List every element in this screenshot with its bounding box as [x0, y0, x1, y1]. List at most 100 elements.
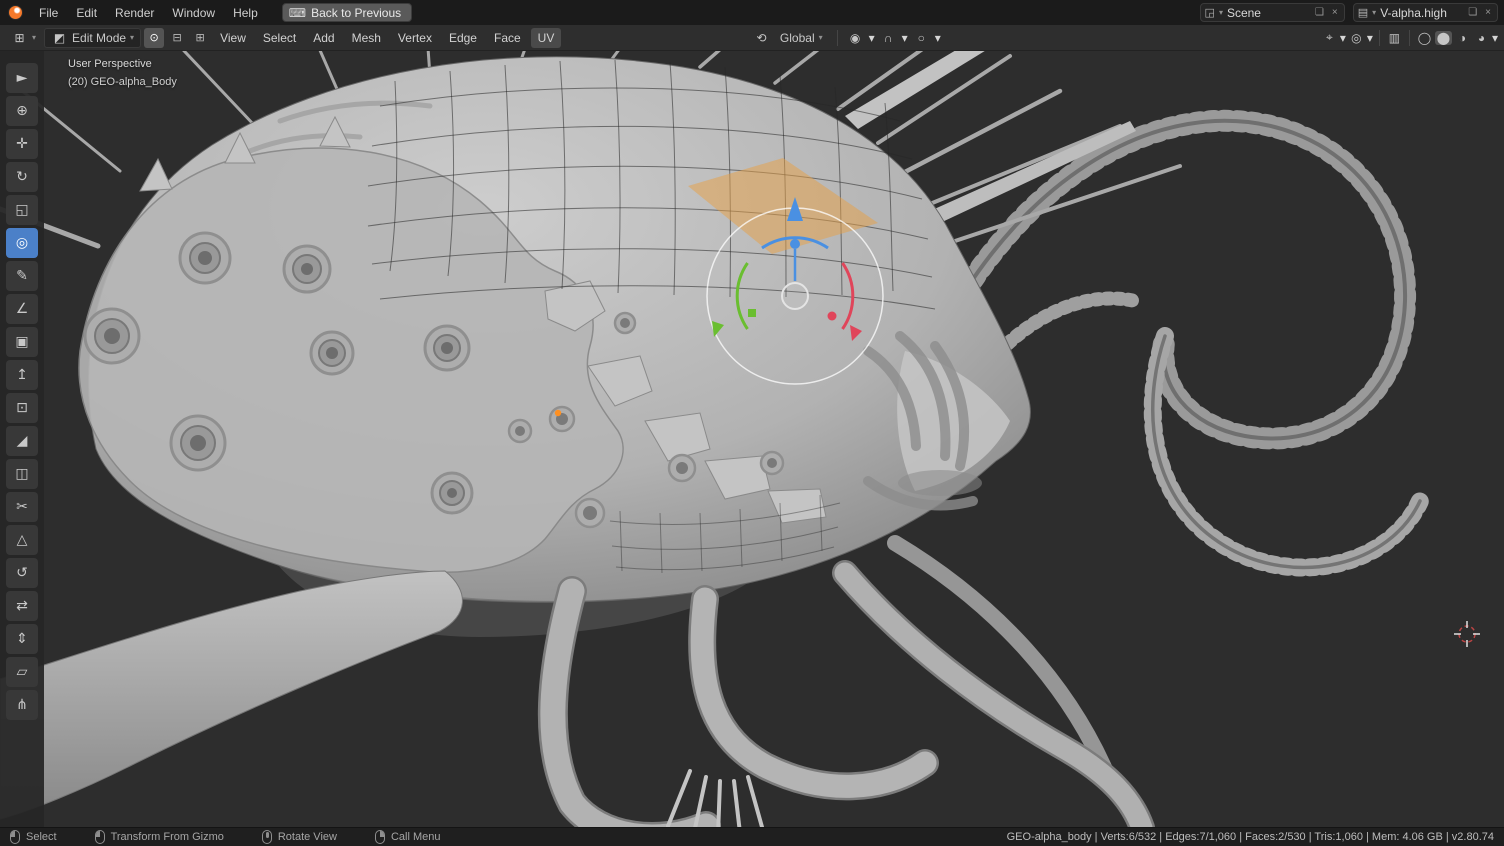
menu-add[interactable]: Add	[306, 28, 341, 48]
scene-icon: ◲	[1205, 6, 1215, 19]
rendered-shading-icon[interactable]: ◕	[1473, 31, 1490, 45]
mode-label: Edit Mode	[72, 31, 126, 45]
tool-tweak-select[interactable]: ►	[6, 63, 38, 93]
selected-vertex[interactable]	[555, 410, 561, 416]
tool-annotate[interactable]: ✎	[6, 261, 38, 291]
tool-loop-cut[interactable]: ◫	[6, 459, 38, 489]
menu-edge[interactable]: Edge	[442, 28, 484, 48]
tool-shelf: ► ⊕ ✛ ↻ ◱ ◎ ✎ ∠ ▣ ↥ ⊡ ◢ ◫ ✂ △ ↺ ⇄ ⇕ ▱ ⋔	[0, 51, 44, 827]
cursor-icon: ⊕	[16, 103, 28, 119]
show-gizmo-icon[interactable]: ⌖	[1321, 30, 1338, 45]
edge-slide-icon: ⇄	[16, 598, 28, 614]
menu-window[interactable]: Window	[164, 3, 223, 23]
hint-label: Rotate View	[278, 831, 337, 843]
viewport-3d[interactable]: User Perspective (20) GEO-alpha_Body ► ⊕…	[0, 51, 1504, 827]
tool-measure[interactable]: ∠	[6, 294, 38, 324]
tool-move[interactable]: ✛	[6, 129, 38, 159]
vertex-select-mode-button[interactable]: ⊙	[144, 28, 164, 48]
move-icon: ✛	[16, 136, 28, 152]
chevron-down-icon: ▾	[1492, 31, 1498, 45]
edge-select-mode-button[interactable]: ⊟	[167, 28, 187, 48]
tool-shear[interactable]: ▱	[6, 657, 38, 687]
separator	[1379, 30, 1380, 46]
annotate-icon: ✎	[16, 268, 28, 284]
hint-transform-from-gizmo: Transform From Gizmo	[95, 830, 224, 844]
scene-statistics: GEO-alpha_body | Verts:6/532 | Edges:7/1…	[1007, 831, 1494, 843]
view-layer-selector[interactable]: ▤ ▾ V-alpha.high ❏ ×	[1353, 3, 1498, 22]
hint-label: Call Menu	[391, 831, 441, 843]
chevron-down-icon: ▾	[1219, 8, 1223, 17]
menu-file[interactable]: File	[31, 3, 66, 23]
pivot-point-icon[interactable]: ◉	[847, 31, 864, 45]
unlink-scene-icon[interactable]: ×	[1330, 7, 1340, 18]
material-shading-icon[interactable]: ◑	[1454, 31, 1471, 45]
editor-type-button[interactable]: ⊞ ▾	[6, 29, 41, 47]
tool-poly-build[interactable]: △	[6, 525, 38, 555]
orientation-dropdown[interactable]: Global ▾	[775, 29, 828, 47]
solid-shading-icon[interactable]: ⬤	[1435, 31, 1452, 45]
wireframe-shading-icon[interactable]: ◯	[1416, 31, 1433, 45]
menu-view[interactable]: View	[213, 28, 253, 48]
menu-help[interactable]: Help	[225, 3, 266, 23]
remove-view-layer-icon[interactable]: ×	[1483, 7, 1493, 18]
rip-region-icon: ⋔	[16, 697, 28, 713]
view-perspective-label: User Perspective	[68, 58, 152, 70]
menu-mesh[interactable]: Mesh	[345, 28, 388, 48]
new-view-layer-icon[interactable]: ❏	[1466, 7, 1479, 18]
tool-cursor[interactable]: ⊕	[6, 96, 38, 126]
extrude-region-icon: ↥	[16, 367, 28, 383]
tool-knife[interactable]: ✂	[6, 492, 38, 522]
measure-icon: ∠	[16, 301, 29, 317]
header-center-controls: ⟲ Global ▾ ◉ ▾ ∩ ▾ ○ ▾	[753, 29, 941, 47]
rotation-center-target	[1454, 621, 1480, 647]
mouse-middle-icon	[262, 830, 272, 844]
snap-magnet-icon[interactable]: ∩	[880, 31, 897, 45]
chevron-down-icon: ▾	[130, 33, 134, 42]
tool-rotate[interactable]: ↻	[6, 162, 38, 192]
back-to-previous-button[interactable]: ⌨ Back to Previous	[282, 3, 412, 22]
tool-rip-region[interactable]: ⋔	[6, 690, 38, 720]
menu-uv[interactable]: UV	[531, 28, 562, 48]
menu-select[interactable]: Select	[256, 28, 303, 48]
tool-transform[interactable]: ◎	[6, 228, 38, 258]
tool-scale[interactable]: ◱	[6, 195, 38, 225]
viewport-header: ⊞ ▾ ◩ Edit Mode ▾ ⊙ ⊟ ⊞ View Select Add …	[0, 25, 1504, 51]
tool-edge-slide[interactable]: ⇄	[6, 591, 38, 621]
view-layer-name: V-alpha.high	[1380, 6, 1462, 20]
chevron-down-icon: ▾	[869, 31, 875, 45]
legs	[0, 543, 1142, 827]
editor-grid-icon: ⊞	[11, 31, 28, 45]
new-scene-icon[interactable]: ❏	[1313, 7, 1326, 18]
tool-inset-faces[interactable]: ⊡	[6, 393, 38, 423]
tool-add-cube[interactable]: ▣	[6, 327, 38, 357]
menu-edit[interactable]: Edit	[68, 3, 105, 23]
tool-bevel[interactable]: ◢	[6, 426, 38, 456]
poly-build-icon: △	[17, 532, 28, 548]
topbar-right: ◲ ▾ Scene ❏ × ▤ ▾ V-alpha.high ❏ ×	[1200, 3, 1498, 22]
header-right-controls: ⌖ ▾ ◎ ▾ ▥ ◯ ⬤ ◑ ◕ ▾	[1321, 30, 1498, 46]
blender-logo-icon[interactable]	[8, 5, 23, 20]
tool-spin[interactable]: ↺	[6, 558, 38, 588]
menu-vertex[interactable]: Vertex	[391, 28, 439, 48]
xray-toggle-icon[interactable]: ▥	[1386, 31, 1403, 45]
edge-select-icon: ⊟	[172, 31, 181, 44]
face-select-mode-button[interactable]: ⊞	[190, 28, 210, 48]
scene-selector[interactable]: ◲ ▾ Scene ❏ ×	[1200, 3, 1345, 22]
show-overlays-icon[interactable]: ◎	[1348, 31, 1365, 45]
mode-dropdown[interactable]: ◩ Edit Mode ▾	[44, 28, 141, 48]
mouse-left-icon	[10, 830, 20, 844]
menu-face[interactable]: Face	[487, 28, 528, 48]
viewport-canvas[interactable]	[0, 51, 1504, 827]
orientation-icon: ⟲	[753, 31, 770, 45]
scale-icon: ◱	[15, 202, 28, 218]
proportional-editing-icon[interactable]: ○	[913, 31, 930, 45]
tool-extrude-region[interactable]: ↥	[6, 360, 38, 390]
y-axis-handle[interactable]	[748, 309, 756, 317]
shrink-fatten-icon: ⇕	[16, 631, 28, 647]
chevron-down-icon: ▾	[819, 33, 823, 42]
menu-render[interactable]: Render	[107, 3, 162, 23]
face-select-icon: ⊞	[195, 31, 204, 44]
x-axis-handle[interactable]	[828, 312, 837, 321]
status-bar: Select Transform From Gizmo Rotate View …	[0, 827, 1504, 846]
tool-shrink-fatten[interactable]: ⇕	[6, 624, 38, 654]
